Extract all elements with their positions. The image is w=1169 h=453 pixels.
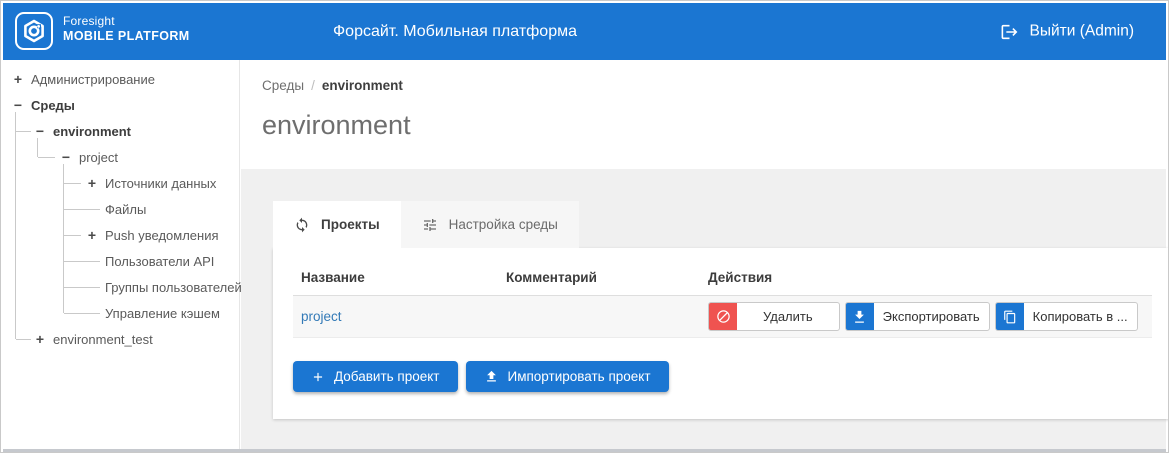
column-header-comment: Комментарий [506,270,597,285]
row-actions: Удалить Экспортировать Копировать в ... [700,302,1152,331]
tree-item-label: Пользователи API [105,253,215,269]
tree-item-label: project [79,149,119,165]
collapse-icon[interactable]: − [33,123,47,139]
download-icon [845,303,874,330]
tree-item-environment[interactable]: − environment [3,118,239,144]
tab-label: Проекты [321,217,380,232]
collapse-icon[interactable]: − [59,149,73,165]
tree-item-label: environment [53,123,132,139]
app-window: Foresight MOBILE PLATFORM Форсайт. Мобил… [0,0,1169,453]
window-bottom-edge [3,449,1166,452]
refresh-icon[interactable] [294,217,310,233]
add-project-button[interactable]: Добавить проект [293,361,458,392]
import-project-label: Импортировать проект [507,369,651,384]
tree-item-data-sources[interactable]: + Источники данных [3,170,239,196]
expand-icon[interactable]: + [85,227,99,243]
tree-item-label: Push уведомления [105,227,219,243]
tune-icon [422,217,438,233]
plus-icon [311,370,325,384]
tab-bar: Проекты Настройка среды [273,201,1166,248]
table-row: project Удалить Экспортировать Копироват… [293,296,1152,338]
app-title: Форсайт. Мобильная платформа [333,22,577,40]
tree-item-label: Администрирование [31,71,155,87]
tree-item-label: environment_test [53,331,153,347]
add-project-label: Добавить проект [334,369,440,384]
tab-environment-settings[interactable]: Настройка среды [400,201,579,248]
breadcrumb: Среды / environment [262,78,1166,93]
tree-item-project[interactable]: − project [3,144,239,170]
tree-item-label: Управление кэшем [105,305,220,321]
tree-item-label: Файлы [105,201,147,217]
tab-projects[interactable]: Проекты [273,201,401,248]
copy-to-button-label: Копировать в ... [1032,309,1128,324]
tree-item-cache-management[interactable]: Управление кэшем [3,300,239,326]
block-icon [709,303,737,330]
tree-item-administration[interactable]: + Администрирование [3,66,239,92]
logout-button[interactable]: Выйти (Admin) [1000,22,1134,41]
tab-label: Настройка среды [448,217,558,232]
tree-item-label: Среды [31,97,75,113]
column-header-name: Название [301,270,365,285]
export-button-label: Экспортировать [882,309,980,324]
tree-item-push-notifications[interactable]: + Push уведомления [3,222,239,248]
content-area: Проекты Настройка среды Название Коммент… [241,169,1168,449]
tree-item-environments[interactable]: − Среды [3,92,239,118]
copy-icon [995,303,1024,330]
tree-item-api-users[interactable]: Пользователи API [3,248,239,274]
logout-label: Выйти (Admin) [1029,22,1134,40]
delete-button-label: Удалить [763,309,813,324]
app-body: + Администрирование − Среды − environmen… [3,60,1168,449]
project-link[interactable]: project [301,309,342,324]
expand-icon[interactable]: + [85,175,99,191]
upload-icon [484,369,499,384]
projects-panel: Название Комментарий Действия project Уд… [273,248,1168,419]
column-header-actions: Действия [708,270,773,285]
sign-out-icon [1000,22,1019,41]
logo-line2: MOBILE PLATFORM [63,29,190,43]
breadcrumb-environments-link[interactable]: Среды [262,78,304,93]
tree-item-environment-test[interactable]: + environment_test [3,326,239,352]
delete-button[interactable]: Удалить [708,302,840,331]
export-button[interactable]: Экспортировать [844,302,990,331]
main-content: Среды / environment environment Проекты [241,60,1168,449]
logo-line1: Foresight [63,14,115,28]
app-header: Foresight MOBILE PLATFORM Форсайт. Мобил… [3,3,1166,60]
panel-footer: Добавить проект Импортировать проект [293,361,1152,392]
tree-item-files[interactable]: Файлы [3,196,239,222]
collapse-icon[interactable]: − [11,97,25,113]
expand-icon[interactable]: + [11,71,25,87]
tree-item-label: Группы пользователей [105,279,242,295]
table-header: Название Комментарий Действия [293,260,1152,296]
app-logo-icon [15,12,53,50]
app-logo: Foresight MOBILE PLATFORM [63,14,190,45]
expand-icon[interactable]: + [33,331,47,347]
breadcrumb-separator: / [311,78,315,93]
page-header-section: Среды / environment environment [241,60,1166,169]
sidebar-tree: + Администрирование − Среды − environmen… [3,60,242,449]
breadcrumb-current: environment [321,78,403,93]
page-title: environment [262,110,411,140]
tree-item-user-groups[interactable]: Группы пользователей [3,274,242,300]
tree-item-label: Источники данных [105,175,217,191]
import-project-button[interactable]: Импортировать проект [465,361,669,392]
copy-to-button[interactable]: Копировать в ... [994,302,1138,331]
